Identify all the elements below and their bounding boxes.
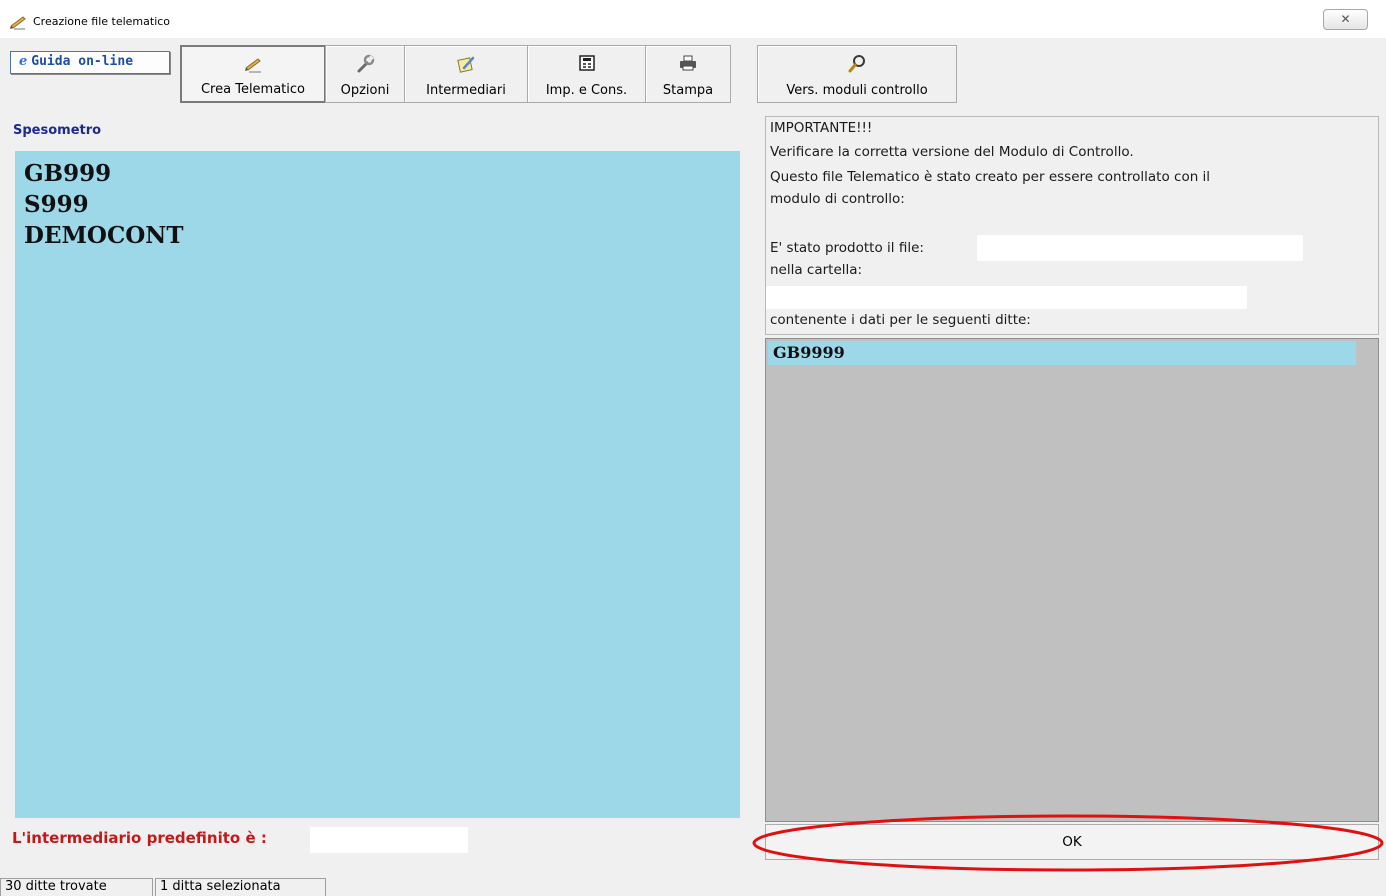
- list-item[interactable]: GB9999: [768, 341, 1356, 365]
- ditte-list[interactable]: GB9999: [765, 338, 1379, 822]
- important-text: IMPORTANTE!!!: [770, 120, 873, 136]
- intermediario-label: L'intermediario predefinito è :: [12, 829, 267, 847]
- info-panel: IMPORTANTE!!! Verificare la corretta ver…: [765, 116, 1379, 335]
- vers-moduli-controllo-button[interactable]: Vers. moduli controllo: [757, 45, 957, 103]
- notepad-icon: [405, 54, 527, 74]
- title-bar: Creazione file telematico ✕: [0, 0, 1386, 38]
- magnifier-icon: [758, 54, 956, 74]
- created-text-line1: Questo file Telematico è stato creato pe…: [770, 169, 1211, 185]
- ditte-label: contenente i dati per le seguenti ditte:: [770, 312, 1031, 328]
- internet-explorer-icon: e: [19, 54, 28, 69]
- list-item: GB999: [24, 160, 112, 187]
- status-selected: 1 ditta selezionata: [155, 878, 326, 896]
- close-icon: ✕: [1340, 12, 1351, 26]
- close-button[interactable]: ✕: [1323, 9, 1368, 30]
- folder-label: nella cartella:: [770, 262, 863, 278]
- section-label-spesometro: Spesometro: [13, 123, 102, 138]
- stampa-label: Stampa: [662, 83, 714, 98]
- intermediari-label: Intermediari: [426, 83, 506, 98]
- list-item: DEMOCONT: [24, 222, 184, 249]
- crea-telematico-button[interactable]: Crea Telematico: [180, 45, 326, 103]
- crea-telematico-label: Crea Telematico: [200, 82, 305, 97]
- folder-value-field: [766, 286, 1247, 309]
- imp-cons-button[interactable]: Imp. e Cons.: [527, 45, 646, 103]
- pencil-document-icon: [9, 14, 27, 30]
- pencil-document-icon: [182, 55, 324, 75]
- printer-icon: [646, 54, 730, 74]
- guida-online-label: Guida on-line: [31, 54, 134, 69]
- stampa-button[interactable]: Stampa: [645, 45, 731, 103]
- opzioni-button[interactable]: Opzioni: [325, 45, 405, 103]
- list-item: S999: [24, 191, 89, 218]
- vers-moduli-controllo-label: Vers. moduli controllo: [786, 83, 928, 98]
- file-value-field: [977, 235, 1303, 261]
- verify-text: Verificare la corretta versione del Modu…: [770, 144, 1134, 160]
- status-found: 30 ditte trovate: [0, 878, 153, 896]
- calculator-icon: [528, 54, 645, 74]
- opzioni-label: Opzioni: [340, 83, 390, 98]
- ok-label: OK: [1062, 834, 1082, 850]
- wrench-icon: [326, 54, 404, 74]
- intermediario-value: [310, 827, 468, 853]
- window-title: Creazione file telematico: [33, 15, 171, 28]
- file-label: E' stato prodotto il file:: [770, 240, 924, 256]
- ok-button[interactable]: OK: [765, 824, 1379, 860]
- intermediari-button[interactable]: Intermediari: [404, 45, 528, 103]
- selected-companies-panel[interactable]: GB999 S999 DEMOCONT: [15, 151, 740, 818]
- imp-cons-label: Imp. e Cons.: [545, 83, 628, 98]
- created-text-line2: modulo di controllo:: [770, 191, 905, 207]
- guida-online-button[interactable]: e Guida on-line: [10, 51, 170, 74]
